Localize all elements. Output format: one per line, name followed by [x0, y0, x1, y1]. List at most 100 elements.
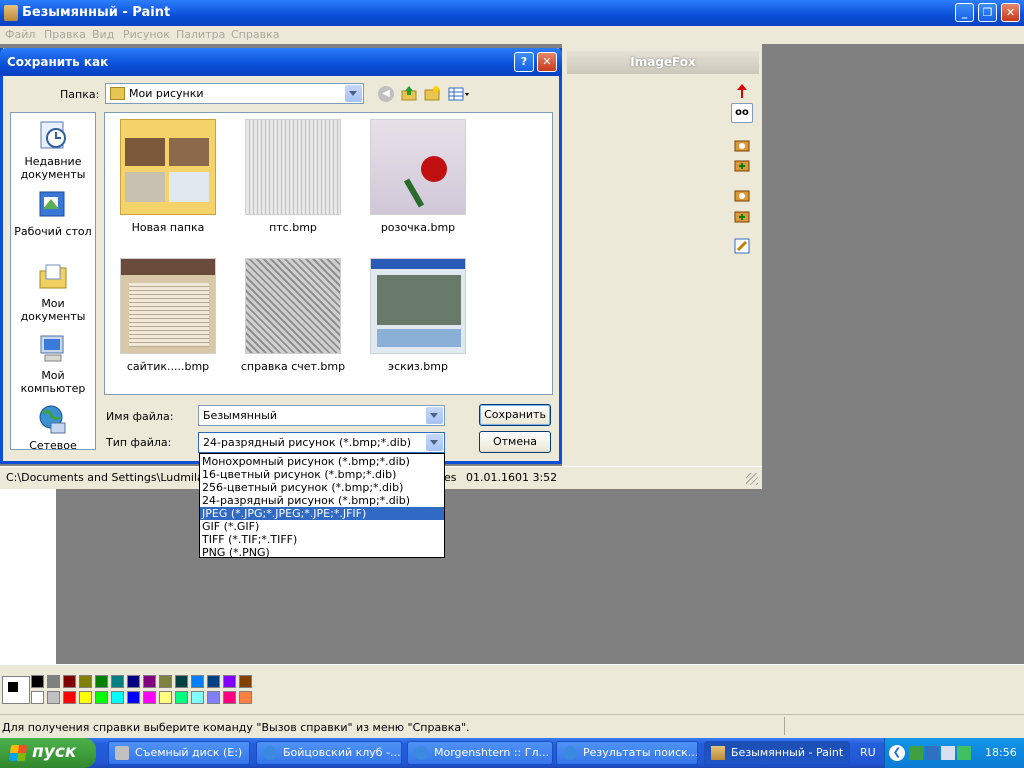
dialog-close-button[interactable]: ✕ [537, 52, 557, 72]
file-item[interactable]: птс.bmp [238, 119, 348, 234]
chevron-down-icon[interactable] [426, 434, 443, 451]
filetype-option-selected[interactable]: JPEG (*.JPG;*.JPEG;*.JPE;*.JFIF) [200, 507, 444, 520]
palette-swatch[interactable] [127, 691, 140, 704]
camera-add-icon-2[interactable] [733, 207, 751, 225]
palette-swatch[interactable] [207, 675, 220, 688]
filetype-option[interactable]: PNG (*.PNG) [200, 546, 444, 559]
tray-icon[interactable] [909, 746, 923, 760]
menu-file[interactable]: Файл [5, 28, 35, 41]
filetype-option[interactable]: 24-разрядный рисунок (*.bmp;*.dib) [200, 494, 444, 507]
palette-swatch[interactable] [223, 675, 236, 688]
task-removable-disk[interactable]: Съемный диск (E:) [108, 741, 250, 765]
palette-swatch[interactable] [47, 691, 60, 704]
palette-swatch[interactable] [95, 675, 108, 688]
imagefox-header: ImageFox [567, 51, 759, 74]
palette-swatch[interactable] [143, 675, 156, 688]
filename-field[interactable]: Безымянный [198, 405, 445, 426]
palette-swatch[interactable] [31, 691, 44, 704]
new-folder-icon[interactable] [424, 85, 440, 101]
drawing-canvas[interactable] [0, 488, 56, 664]
palette-swatch[interactable] [63, 675, 76, 688]
file-item[interactable]: Новая папка [113, 119, 223, 234]
filetype-option[interactable]: 256-цветный рисунок (*.bmp;*.dib) [200, 481, 444, 494]
palette-swatch[interactable] [127, 675, 140, 688]
language-indicator[interactable]: RU [860, 746, 876, 759]
close-button[interactable]: ✕ [1001, 3, 1020, 22]
filetype-option[interactable]: GIF (*.GIF) [200, 520, 444, 533]
tray-icon[interactable] [941, 746, 955, 760]
paint-window-title: Безымянный - Paint [22, 5, 171, 20]
chevron-down-icon[interactable] [426, 407, 443, 424]
folder-select[interactable]: Мои рисунки [105, 83, 364, 104]
palette-swatch[interactable] [111, 691, 124, 704]
palette-swatch[interactable] [159, 675, 172, 688]
task-fight-club[interactable]: Бойцовский клуб -... [256, 741, 402, 765]
palette-swatch[interactable] [79, 675, 92, 688]
palette-swatch[interactable] [191, 675, 204, 688]
start-button[interactable]: пуск [0, 738, 96, 768]
palette-swatch[interactable] [175, 675, 188, 688]
palette-swatch[interactable] [47, 675, 60, 688]
palette-swatch[interactable] [159, 691, 172, 704]
current-colors[interactable] [2, 676, 30, 704]
cancel-button[interactable]: Отмена [479, 431, 551, 453]
status-bar: Для получения справки выберите команду "… [0, 714, 1024, 739]
filetype-option[interactable]: TIFF (*.TIF;*.TIFF) [200, 533, 444, 546]
task-search-results[interactable]: Результаты поиск... [556, 741, 698, 765]
clock: 18:56 [985, 746, 1017, 759]
tray-expand-icon[interactable]: ❮ [889, 745, 905, 761]
menu-image[interactable]: Рисунок [123, 28, 170, 41]
maximize-button[interactable]: ❐ [978, 3, 997, 22]
help-status-text: Для получения справки выберите команду "… [2, 721, 470, 734]
filetype-option[interactable]: 16-цветный рисунок (*.bmp;*.dib) [200, 468, 444, 481]
dialog-help-button[interactable]: ? [514, 52, 534, 72]
palette-swatch[interactable] [95, 691, 108, 704]
place-desktop[interactable]: Рабочий стол [11, 189, 95, 238]
menu-view[interactable]: Вид [92, 28, 114, 41]
minimize-button[interactable]: _ [955, 3, 974, 22]
menu-edit[interactable]: Правка [44, 28, 86, 41]
camera-add-icon[interactable] [733, 156, 751, 174]
up-folder-icon[interactable] [401, 85, 417, 101]
save-button[interactable]: Сохранить [479, 404, 551, 426]
camera-icon[interactable] [733, 136, 751, 154]
place-my-documents[interactable]: Мои документы [11, 261, 95, 323]
task-paint[interactable]: Безымянный - Paint [704, 741, 850, 765]
view-menu-icon[interactable] [448, 86, 470, 102]
foreground-color [7, 681, 19, 693]
tray-icon[interactable] [925, 746, 939, 760]
palette-swatch[interactable] [31, 675, 44, 688]
palette-swatch[interactable] [239, 675, 252, 688]
place-my-computer[interactable]: Мой компьютер [11, 333, 95, 395]
place-network-label: Сетевое [29, 439, 77, 452]
chevron-down-icon[interactable] [345, 85, 362, 102]
palette-swatch[interactable] [143, 691, 156, 704]
edit-icon[interactable] [733, 237, 751, 255]
file-item[interactable]: справка счет.bmp [238, 258, 348, 373]
palette-swatch[interactable] [239, 691, 252, 704]
palette-swatch[interactable] [191, 691, 204, 704]
file-item[interactable]: розочка.bmp [363, 119, 473, 234]
glasses-icon[interactable]: oo [731, 103, 753, 123]
palette-swatch[interactable] [79, 691, 92, 704]
palette-swatch[interactable] [175, 691, 188, 704]
palette-swatch[interactable] [207, 691, 220, 704]
palette-swatch[interactable] [63, 691, 76, 704]
menu-colors[interactable]: Палитра [176, 28, 225, 41]
camera-icon-2[interactable] [733, 186, 751, 204]
palette-swatch[interactable] [111, 675, 124, 688]
task-morgenshtern[interactable]: Morgenshtern :: Гл... [407, 741, 553, 765]
pin-icon[interactable] [733, 82, 751, 100]
filetype-option[interactable]: Монохромный рисунок (*.bmp;*.dib) [200, 455, 444, 468]
tray-icon[interactable] [957, 746, 971, 760]
filetype-select[interactable]: 24-разрядный рисунок (*.bmp;*.dib) [198, 432, 445, 453]
menu-help[interactable]: Справка [231, 28, 279, 41]
palette-swatch[interactable] [223, 691, 236, 704]
back-icon[interactable]: ◀ [378, 86, 394, 102]
file-item[interactable]: эскиз.bmp [363, 258, 473, 373]
place-recent[interactable]: Недавние документы [11, 119, 95, 181]
my-documents-icon [37, 261, 69, 293]
place-network[interactable]: Сетевое [11, 403, 95, 452]
file-item[interactable]: сайтик.....bmp [113, 258, 223, 373]
resize-grip-icon[interactable] [746, 473, 758, 485]
